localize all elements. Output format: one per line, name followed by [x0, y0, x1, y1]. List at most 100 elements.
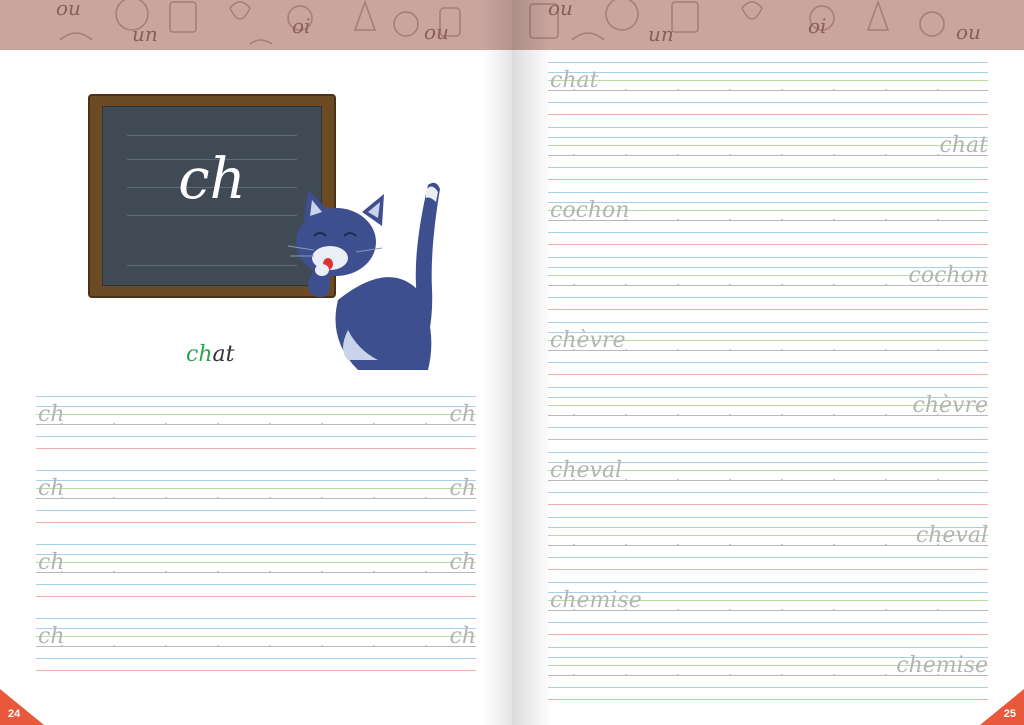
left-page: ou un oi ou ch chat ch ch ch ch ch ch ch… — [0, 0, 512, 725]
model-word: ch — [449, 550, 477, 575]
ruled-line — [548, 699, 988, 700]
model-word: ch — [38, 402, 65, 427]
writing-row: chat — [548, 62, 988, 124]
ruled-line — [548, 517, 988, 518]
writing-row: cochon — [548, 192, 988, 254]
ruled-line — [548, 362, 988, 363]
banner-word: oi — [808, 14, 827, 38]
ruled-line — [548, 297, 988, 298]
ruled-line — [36, 470, 476, 471]
model-word: chat — [939, 133, 988, 158]
ruled-line — [548, 179, 988, 180]
ruled-line — [548, 62, 988, 63]
ruled-line — [36, 414, 476, 415]
ruled-line — [548, 127, 988, 128]
model-word: cochon — [908, 263, 988, 288]
ruled-line — [548, 387, 988, 388]
ruled-line — [548, 167, 988, 168]
banner-word: un — [132, 22, 158, 46]
ruled-line — [36, 498, 476, 499]
ruled-line — [36, 544, 476, 545]
ruled-line — [548, 504, 988, 505]
dotted-guide — [548, 154, 988, 155]
model-word: cheval — [550, 458, 623, 483]
ruled-line — [36, 562, 476, 563]
right-page: ou un oi ou chat chat cochon cochon chèvre ch… — [512, 0, 1024, 725]
ruled-line — [548, 145, 988, 146]
ruled-line — [36, 396, 476, 397]
page-number-right: 25 — [980, 689, 1024, 725]
writing-row: ch ch — [36, 544, 476, 606]
ruled-line — [548, 557, 988, 558]
writing-row: ch ch — [36, 618, 476, 680]
model-word: chemise — [550, 588, 642, 613]
writing-row: ch ch — [36, 470, 476, 532]
model-word: cheval — [915, 523, 988, 548]
ruled-line — [36, 480, 476, 481]
model-word: chèvre — [912, 393, 988, 418]
decorative-banner: ou un oi ou — [0, 0, 512, 50]
ruled-line — [36, 670, 476, 671]
dotted-guide — [36, 571, 476, 572]
banner-doodles-icon — [529, 0, 945, 41]
ruled-line — [548, 137, 988, 138]
banner-word: ou — [956, 20, 981, 44]
model-word: chèvre — [550, 328, 626, 353]
ruled-line — [36, 572, 476, 573]
ruled-line — [548, 374, 988, 375]
ruled-line — [36, 628, 476, 629]
ruled-line — [548, 452, 988, 453]
ruled-line — [36, 618, 476, 619]
ruled-line — [36, 554, 476, 555]
banner-word: ou — [424, 20, 449, 44]
ruled-line — [36, 596, 476, 597]
ruled-line — [36, 584, 476, 585]
ruled-line — [36, 406, 476, 407]
ruled-line — [548, 155, 988, 156]
ruled-line — [548, 427, 988, 428]
writing-row: chat — [548, 127, 988, 189]
writing-row: cheval — [548, 517, 988, 579]
writing-row: chèvre — [548, 387, 988, 449]
model-word: cochon — [550, 198, 630, 223]
banner-word: un — [648, 22, 674, 46]
ruled-line — [36, 510, 476, 511]
caption-highlight: ch — [186, 342, 213, 367]
writing-row: ch ch — [36, 396, 476, 458]
ruled-line — [548, 90, 988, 91]
ruled-line — [548, 569, 988, 570]
ruled-line — [548, 72, 988, 73]
model-word: ch — [449, 402, 477, 427]
ruled-line — [36, 488, 476, 489]
model-word: chemise — [896, 653, 988, 678]
banner-word: ou — [56, 0, 81, 20]
ruled-line — [36, 448, 476, 449]
page-number-text: 24 — [8, 708, 21, 720]
ruled-line — [548, 102, 988, 103]
banner-word: oi — [292, 14, 311, 38]
model-word: ch — [38, 624, 65, 649]
dotted-guide — [548, 89, 988, 90]
ruled-line — [548, 80, 988, 81]
caption-rest: at — [212, 342, 235, 367]
page-number-left: 24 — [0, 689, 44, 725]
ruled-line — [548, 647, 988, 648]
writing-row: cheval — [548, 452, 988, 514]
ruled-line — [548, 439, 988, 440]
ruled-line — [36, 658, 476, 659]
dotted-guide — [36, 423, 476, 424]
ruled-line — [548, 257, 988, 258]
writing-row: cochon — [548, 257, 988, 319]
decorative-banner: ou un oi ou — [512, 0, 1024, 50]
ruled-line — [36, 424, 476, 425]
ruled-line — [36, 636, 476, 637]
writing-row: chemise — [548, 582, 988, 644]
cat-illustration-icon — [287, 182, 440, 370]
ruled-line — [548, 322, 988, 323]
ruled-line — [548, 114, 988, 115]
ruled-line — [548, 582, 988, 583]
ruled-line — [548, 192, 988, 193]
dotted-guide — [36, 645, 476, 646]
ruled-line — [548, 687, 988, 688]
model-word: ch — [449, 624, 477, 649]
